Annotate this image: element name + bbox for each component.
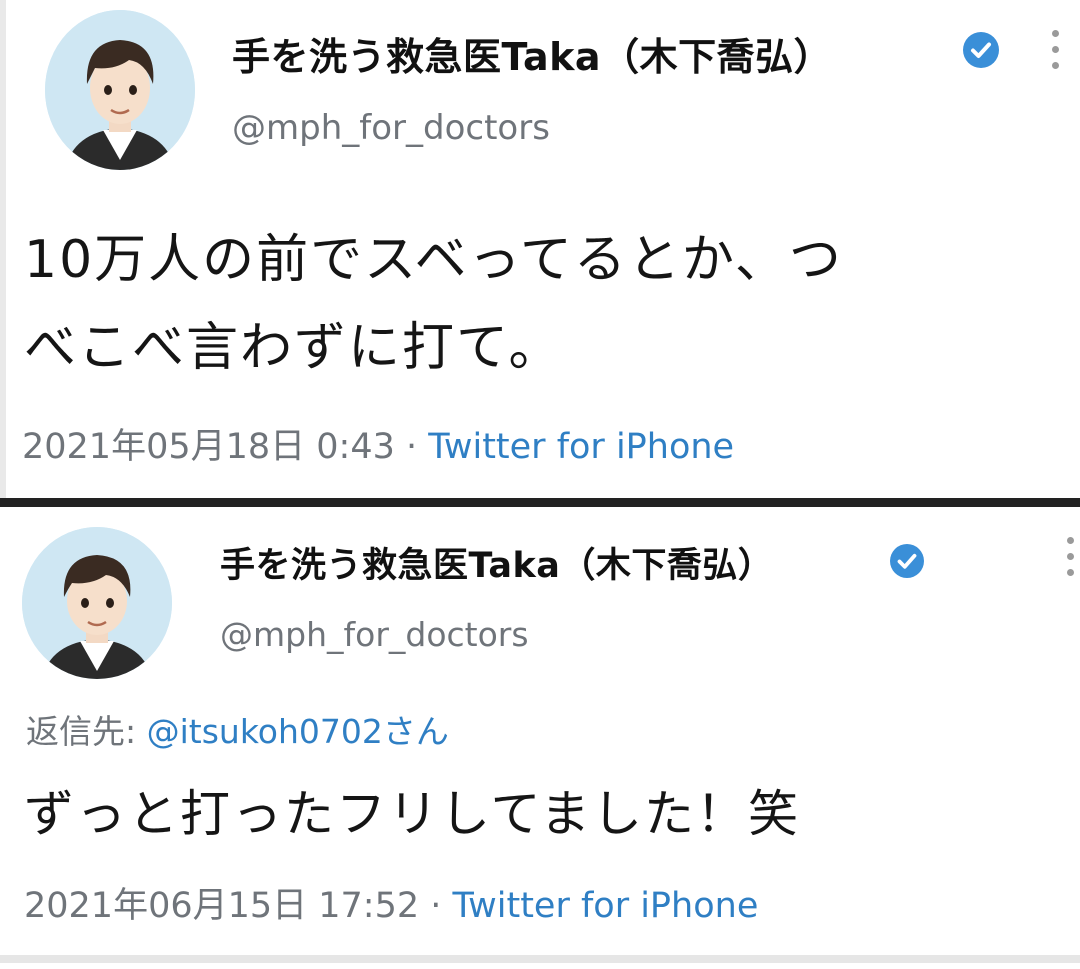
reply-to-line: 返信先: @itsukoh0702さん	[26, 705, 449, 753]
cartoon-portrait-avatar	[22, 527, 172, 679]
source-link[interactable]: Twitter for iPhone	[428, 427, 734, 467]
meta-separator: ·	[419, 886, 453, 926]
screenshot-divider	[0, 498, 1080, 507]
cartoon-portrait-avatar	[45, 10, 195, 170]
reply-suffix: さん	[382, 712, 449, 751]
verified-check-icon	[963, 32, 999, 68]
verified-check-icon	[890, 544, 924, 578]
source-link[interactable]: Twitter for iPhone	[453, 886, 759, 926]
user-handle[interactable]: @mph_for_doctors	[232, 108, 550, 148]
tweet-text: 10万人の前でスベってるとか、つ べこべ言わずに打て。	[24, 216, 843, 392]
user-avatar[interactable]	[22, 527, 172, 679]
screenshot-page: 手を洗う救急医Taka（木下喬弘） @mph_for_doctors 10万人の…	[0, 0, 1080, 969]
tweet-text-line: 10万人の前でスベってるとか、つ	[24, 230, 843, 290]
reply-target-link[interactable]: @itsukoh0702	[147, 712, 383, 751]
meta-separator: ·	[394, 427, 429, 467]
tweet-text-line: べこべ言わずに打て。	[24, 318, 563, 378]
tweet-meta: 2021年05月18日 0:43 · Twitter for iPhone	[22, 418, 734, 469]
user-avatar[interactable]	[45, 10, 195, 170]
bottom-divider	[0, 955, 1080, 963]
timestamp[interactable]: 2021年06月15日 17:52	[24, 886, 419, 926]
user-handle[interactable]: @mph_for_doctors	[220, 615, 529, 654]
timestamp[interactable]: 2021年05月18日 0:43	[22, 427, 395, 467]
vertical-dots-icon[interactable]	[1047, 30, 1063, 74]
tweet-card[interactable]: 手を洗う救急医Taka（木下喬弘） @mph_for_doctors 返信先: …	[0, 507, 1080, 969]
tweet-card[interactable]: 手を洗う救急医Taka（木下喬弘） @mph_for_doctors 10万人の…	[0, 0, 1080, 498]
tweet-meta: 2021年06月15日 17:52 · Twitter for iPhone	[24, 877, 758, 928]
tweet-text: ずっと打ったフリしてました！笑	[24, 785, 800, 843]
display-name[interactable]: 手を洗う救急医Taka（木下喬弘）	[220, 537, 773, 588]
reply-label: 返信先:	[26, 712, 147, 751]
vertical-dots-icon[interactable]	[1062, 537, 1078, 587]
display-name[interactable]: 手を洗う救急医Taka（木下喬弘）	[232, 26, 832, 81]
